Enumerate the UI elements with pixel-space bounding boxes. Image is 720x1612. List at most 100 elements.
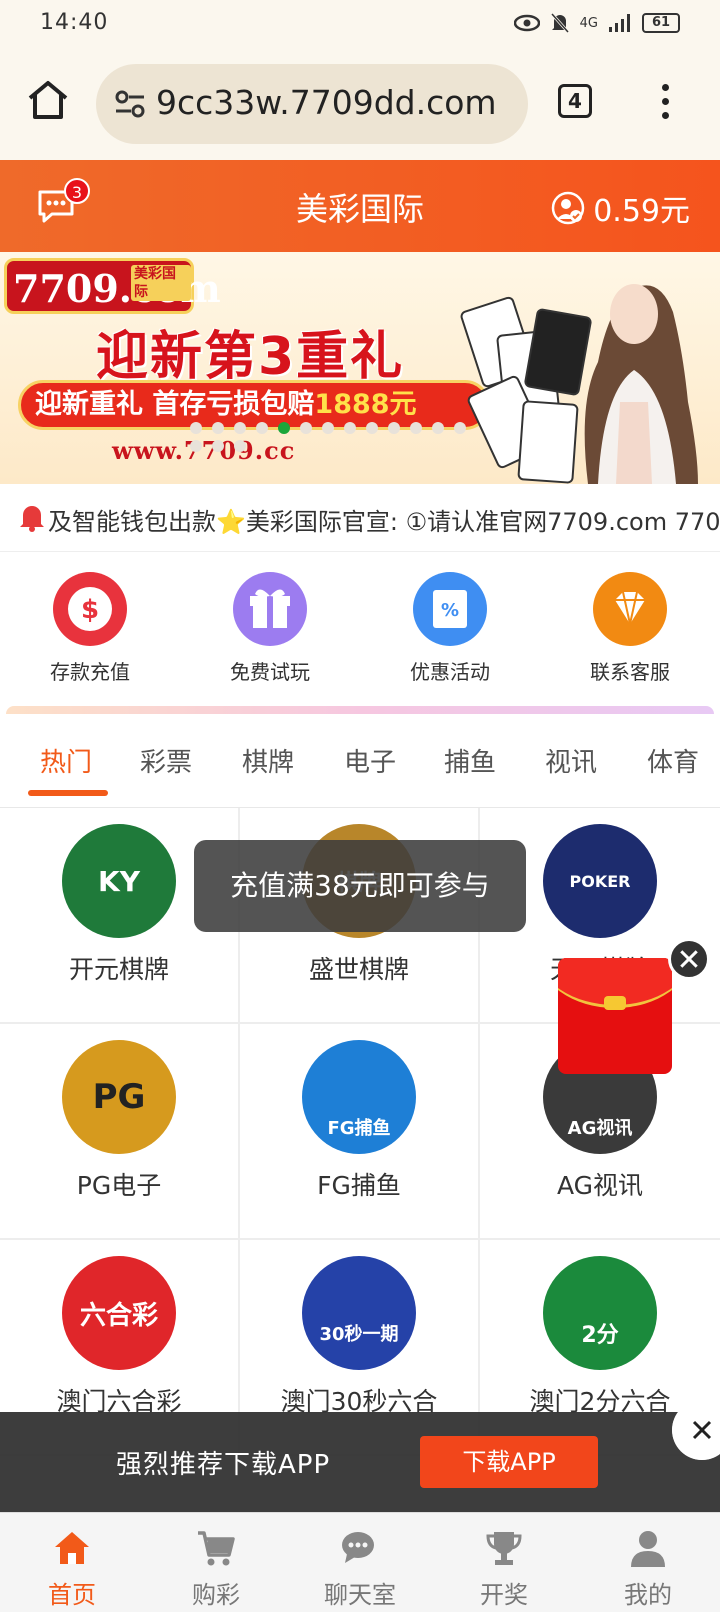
carousel-dot[interactable] [366,422,378,434]
quick-action-label: 联系客服 [590,660,670,684]
carousel-dot[interactable] [190,422,202,434]
quick-action-label: 免费试玩 [230,660,310,684]
section-divider [6,706,714,714]
nav-label: 开奖 [480,1581,528,1609]
quick-action-deposit[interactable]: $ 存款充值 [0,552,180,692]
nav-label: 聊天室 [324,1581,396,1609]
tab-sports[interactable]: 体育 [647,742,699,779]
game-icon: PG [62,1040,176,1154]
more-menu-icon[interactable] [660,84,672,124]
close-icon[interactable] [668,938,710,980]
carousel-dot[interactable] [322,422,334,434]
notice-marquee[interactable]: 及智能钱包出款⭐美彩国际官宣: ①请认准官网7709.com 7709 [0,484,720,552]
carousel-dot[interactable] [300,422,312,434]
game-icon: FG捕鱼 [302,1040,416,1154]
app-header: 3 美彩国际 0.59元 [0,160,720,252]
bottom-navigation: 首页 购彩 聊天室 开奖 我的 [0,1512,720,1612]
tab-electronic[interactable]: 电子 [344,742,396,779]
game-icon: 六合彩 [62,1256,176,1370]
promo-banner[interactable]: 7709.com 美彩国际 迎新第3重礼 迎新重礼 首存亏损包赔1888元 www… [0,252,720,484]
download-prompt-text: 强烈推荐下载APP [116,1450,331,1480]
game-icon: KY [62,824,176,938]
red-packet-icon[interactable] [558,958,672,1074]
svg-text:$: $ [81,595,99,625]
cart-icon [198,1531,235,1566]
tab-hot[interactable]: 热门 [40,742,92,779]
carousel-dot[interactable] [454,422,466,434]
carousel-dot[interactable] [256,422,268,434]
nav-label: 我的 [624,1581,672,1609]
nav-label: 首页 [48,1581,96,1609]
carousel-dot[interactable] [344,422,356,434]
nav-label: 购彩 [192,1581,240,1609]
home-icon [55,1532,89,1564]
carousel-dot[interactable] [388,422,400,434]
game-name: 开元棋牌 [68,955,169,984]
game-name: 盛世棋牌 [308,955,409,984]
nav-profile[interactable]: 我的 [576,1513,720,1612]
download-app-button[interactable]: 下载APP [420,1436,598,1488]
tab-lottery[interactable]: 彩票 [140,742,192,779]
game-name: PG电子 [76,1171,162,1200]
carousel-indicator[interactable] [190,422,470,452]
balance-amount: 0.59元 [593,194,690,229]
game-icon: POKER [543,824,657,938]
game-tile[interactable]: FG捕鱼 FG捕鱼 [240,1024,480,1240]
eye-icon [513,14,540,32]
address-bar[interactable]: 9cc33w.7709dd.com [96,64,528,144]
browser-toolbar: 9cc33w.7709dd.com 4 [0,50,720,160]
carousel-dot[interactable] [212,422,224,434]
game-name: FG捕鱼 [317,1171,401,1200]
svg-text:%: % [441,600,459,621]
chat-icon [342,1532,374,1563]
nav-chat-room[interactable]: 聊天室 [288,1513,432,1612]
bell-icon [20,506,44,532]
carousel-dot[interactable] [212,440,224,452]
network-type: 4G [579,15,598,31]
category-tabs: 热门 彩票 棋牌 电子 捕鱼 视讯 体育 [0,714,720,808]
mute-bell-icon [550,13,569,33]
trophy-icon [486,1532,522,1565]
nav-draw-results[interactable]: 开奖 [432,1513,576,1612]
carousel-dot[interactable] [278,422,290,434]
user-icon [631,1531,665,1567]
home-icon[interactable] [26,78,70,122]
tab-fishing[interactable]: 捕鱼 [444,742,496,779]
nav-buy-lottery[interactable]: 购彩 [144,1513,288,1612]
tab-chess-cards[interactable]: 棋牌 [242,742,294,779]
game-icon: 2分 [543,1256,657,1370]
quick-action-label: 存款充值 [50,660,130,684]
dollar-icon: $ [53,572,127,646]
quick-actions: $ 存款充值 免费试玩 % 优惠活动 联系客服 [0,552,720,692]
balance-display[interactable]: 0.59元 [551,186,690,230]
toast-message: 充值满38元即可参与 [194,840,526,932]
carousel-dot[interactable] [432,422,444,434]
game-name: AG视讯 [556,1171,644,1200]
download-app-bar: 强烈推荐下载APP 下载APP [0,1412,720,1512]
active-tab-indicator [28,790,108,796]
status-time: 14:40 [40,10,109,35]
nav-home[interactable]: 首页 [0,1513,144,1612]
carousel-dot[interactable] [234,422,246,434]
quick-action-promotions[interactable]: % 优惠活动 [360,552,540,692]
coupon-icon: % [413,572,487,646]
banner-headline: 迎新第3重礼 [96,327,405,387]
carousel-dot[interactable] [410,422,422,434]
wallet-user-icon [551,191,585,225]
status-icons: 4G 61 [513,12,680,34]
carousel-dot[interactable] [234,440,246,452]
diamond-icon [593,572,667,646]
quick-action-free-trial[interactable]: 免费试玩 [180,552,360,692]
model-image [584,284,698,484]
tab-live-video[interactable]: 视讯 [545,742,597,779]
game-tile[interactable]: PG PG电子 [0,1024,240,1240]
gift-icon [233,572,307,646]
carousel-dot[interactable] [190,440,202,452]
quick-action-support[interactable]: 联系客服 [540,552,720,692]
banner-logo: 7709.com 美彩国际 [4,258,221,314]
tab-switcher-button[interactable]: 4 [558,84,592,118]
game-icon: 30秒一期 [302,1256,416,1370]
battery-icon: 61 [642,13,680,33]
site-settings-icon[interactable] [114,90,146,118]
status-bar: 14:40 4G 61 [0,0,720,50]
